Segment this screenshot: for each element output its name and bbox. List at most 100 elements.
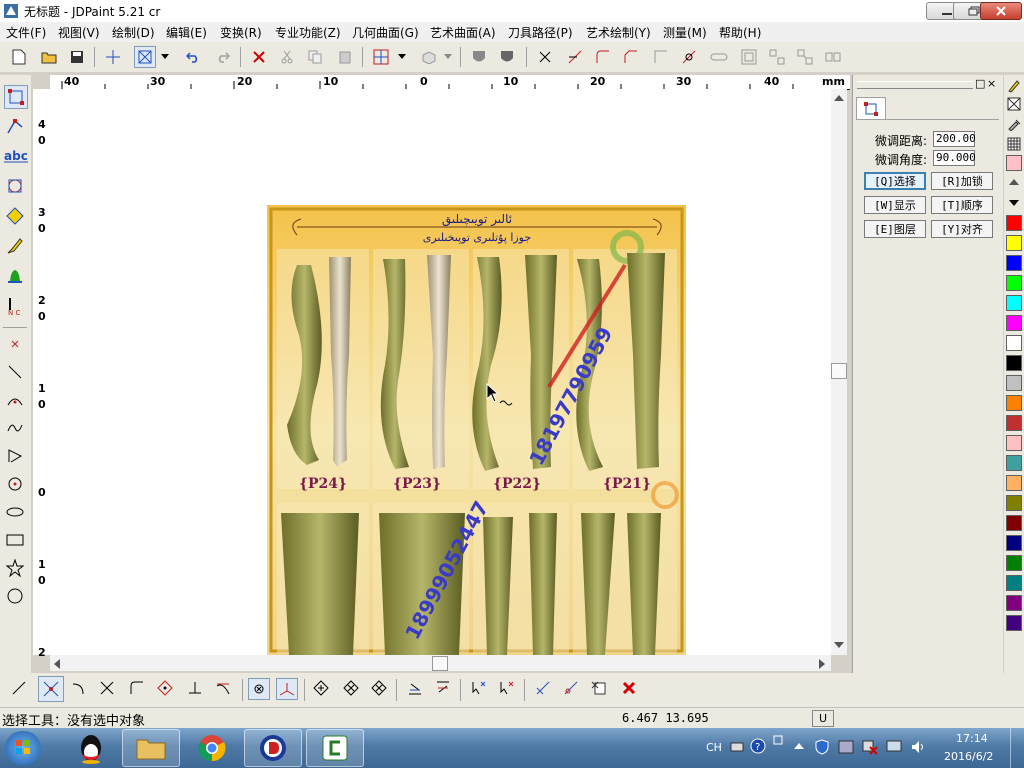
menu-view[interactable]: 视图(V) <box>58 24 100 41</box>
delete-button[interactable] <box>248 46 270 68</box>
coordinate-dropdown[interactable] <box>394 46 410 68</box>
color-swatch[interactable] <box>1006 235 1022 251</box>
keyboard-icon[interactable] <box>730 740 744 754</box>
report-button[interactable] <box>588 677 610 699</box>
clock-time[interactable]: 17:14 <box>956 732 988 745</box>
open-file-button[interactable] <box>38 46 60 68</box>
crosshair-button[interactable] <box>102 46 124 68</box>
extend-button[interactable] <box>564 46 586 68</box>
snap-cross-button[interactable] <box>96 677 118 699</box>
menu-help[interactable]: 帮助(H) <box>719 24 761 41</box>
redo-button[interactable] <box>212 46 234 68</box>
order-button[interactable]: [T]顺序 <box>931 196 993 214</box>
menu-file[interactable]: 文件(F) <box>6 24 46 41</box>
color-swatch[interactable] <box>1006 475 1022 491</box>
color-swatch[interactable] <box>1006 295 1022 311</box>
align-top-button[interactable] <box>432 677 454 699</box>
chamfer-button[interactable] <box>620 46 642 68</box>
no-color-button[interactable] <box>1004 95 1024 113</box>
color-swatch[interactable] <box>1006 575 1022 591</box>
point-tool-button[interactable] <box>4 333 26 355</box>
snap-corner-button[interactable] <box>126 677 148 699</box>
star-tool-button[interactable] <box>4 557 26 579</box>
arc-tool-button[interactable] <box>4 389 26 411</box>
pen-tool-button[interactable] <box>1004 77 1024 95</box>
pick-add-button[interactable] <box>468 677 490 699</box>
text-tool-button[interactable]: abc <box>3 145 29 167</box>
show-desktop-button[interactable] <box>1010 728 1024 768</box>
snap-tangent-button[interactable] <box>212 677 234 699</box>
taskbar-qq[interactable] <box>62 729 120 767</box>
transform-button[interactable] <box>4 175 26 197</box>
menu-art-draw[interactable]: 艺术绘制(Y) <box>586 24 651 41</box>
dimension-button[interactable] <box>560 677 582 699</box>
color-swatch[interactable] <box>1006 555 1022 571</box>
snap-perpendicular-button[interactable] <box>184 677 206 699</box>
menu-toolpath[interactable]: 刀具路径(P) <box>508 24 573 41</box>
copy-button[interactable] <box>304 46 326 68</box>
menu-draw[interactable]: 绘制(D) <box>112 24 155 41</box>
horizontal-scrollbar[interactable] <box>50 655 831 671</box>
color-swatch[interactable] <box>1006 435 1022 451</box>
menu-geometry-surface[interactable]: 几何曲面(G) <box>352 24 419 41</box>
volume-icon[interactable] <box>910 739 926 755</box>
scroll-up-icon[interactable] <box>834 94 844 102</box>
color-swatch[interactable] <box>1006 315 1022 331</box>
circle-point-tool-button[interactable] <box>4 473 26 495</box>
palette-scroll-up-icon[interactable] <box>1009 178 1019 186</box>
node-break-button[interactable] <box>368 677 390 699</box>
color-swatch[interactable] <box>1006 415 1022 431</box>
panel-close-button[interactable]: × <box>987 77 996 90</box>
pattern-button[interactable] <box>1004 135 1024 153</box>
clock-date[interactable]: 2016/6/2 <box>944 750 993 763</box>
fill-tool-button[interactable] <box>4 205 26 227</box>
trim-button[interactable] <box>534 46 556 68</box>
save-button[interactable] <box>66 46 88 68</box>
vertical-scroll-thumb[interactable] <box>831 363 847 379</box>
color-swatch[interactable] <box>1006 595 1022 611</box>
select-dropdown[interactable] <box>156 46 174 68</box>
polyline-tool-button[interactable] <box>4 445 26 467</box>
pick-remove-button[interactable] <box>496 677 518 699</box>
lock-button[interactable]: [R]加锁 <box>931 172 993 190</box>
array-button[interactable] <box>738 46 760 68</box>
view-3d-button[interactable] <box>418 46 440 68</box>
align-button[interactable]: [Y]对齐 <box>931 220 993 238</box>
snap-line-button[interactable] <box>8 677 30 699</box>
tray-expand-icon[interactable] <box>794 742 804 750</box>
taskbar-camtasia[interactable] <box>306 729 364 767</box>
snap-center-button[interactable] <box>154 677 176 699</box>
art-tool-button[interactable] <box>4 265 26 287</box>
layer-button[interactable]: [E]图层 <box>864 220 926 238</box>
grid-snap-button[interactable] <box>248 678 270 700</box>
taskbar-explorer[interactable] <box>122 729 180 767</box>
menu-professional[interactable]: 专业功能(Z) <box>275 24 341 41</box>
corner-button[interactable] <box>650 46 672 68</box>
nudge-distance-field[interactable]: 200.00 <box>933 131 976 147</box>
nc-tool-button[interactable]: N C <box>4 295 26 317</box>
node-delete-button[interactable] <box>340 677 362 699</box>
horizontal-scroll-thumb[interactable] <box>432 656 448 671</box>
scroll-left-icon[interactable] <box>53 659 61 669</box>
palette-scroll-down-icon[interactable] <box>1009 199 1019 207</box>
menu-transform[interactable]: 变换(R) <box>220 24 262 41</box>
security-shield-icon[interactable] <box>815 739 829 755</box>
color-swatch[interactable] <box>1006 275 1022 291</box>
paste-button[interactable] <box>334 46 356 68</box>
menu-edit[interactable]: 编辑(E) <box>166 24 207 41</box>
new-file-button[interactable] <box>8 46 30 68</box>
menu-art-surface[interactable]: 艺术曲面(A) <box>430 24 496 41</box>
color-swatch[interactable] <box>1006 355 1022 371</box>
snap-arc-button[interactable] <box>68 677 90 699</box>
eyedropper-button[interactable] <box>1004 115 1024 133</box>
panel-float-button[interactable]: □ <box>975 77 985 90</box>
render-button[interactable] <box>496 46 518 68</box>
align-bottom-button[interactable] <box>404 677 426 699</box>
node-edit-button[interactable] <box>4 115 26 137</box>
taskbar-jdpaint[interactable] <box>244 729 302 767</box>
cancel-button[interactable] <box>618 677 640 699</box>
color-swatch[interactable] <box>1006 215 1022 231</box>
break-button[interactable] <box>678 46 700 68</box>
coordinate-button[interactable] <box>370 46 392 68</box>
brush-tool-button[interactable] <box>4 235 26 257</box>
